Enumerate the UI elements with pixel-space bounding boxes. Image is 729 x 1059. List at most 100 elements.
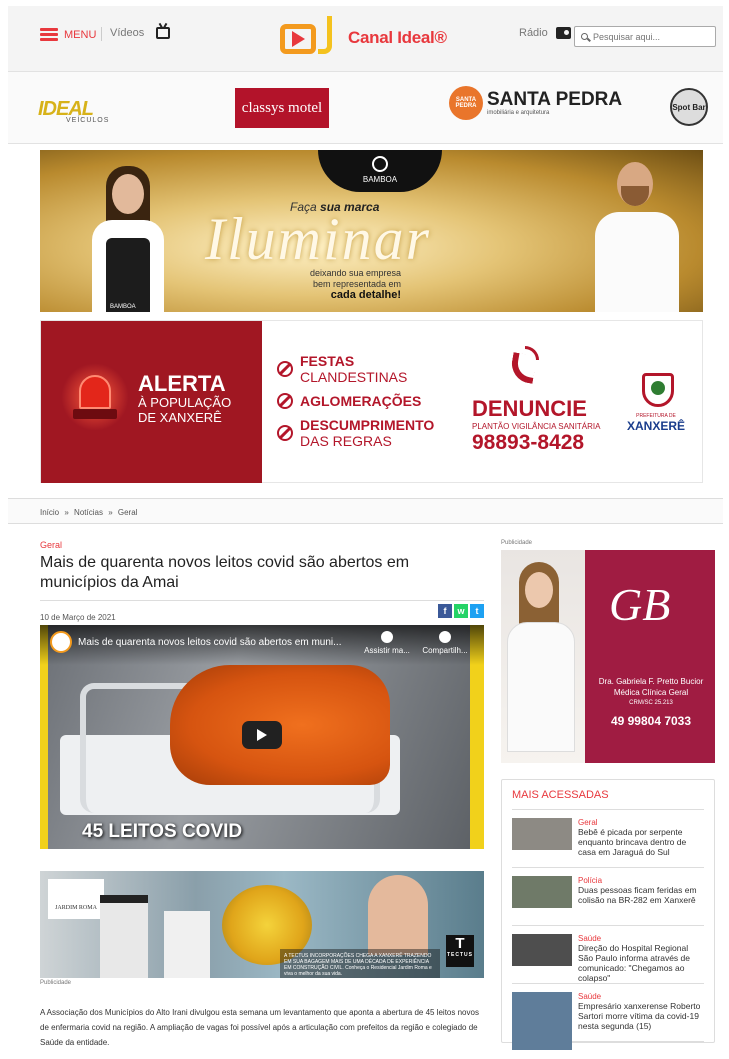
breadcrumb-separator: » [108,508,113,517]
partner-ideal-logo[interactable]: IDEAL VEÍCULOS [38,98,109,124]
news-thumbnail[interactable] [512,934,572,966]
list-item[interactable]: Polícia Duas pessoas ficam feridas em col… [512,868,704,926]
search-box[interactable] [574,26,716,47]
siren-icon [61,363,129,431]
partner-santa-pedra-logo[interactable]: SANTA PEDRA SANTA PEDRA imobiliária e ar… [449,86,622,120]
divider [101,27,102,41]
most-read-widget: MAIS ACESSADAS Geral Bebê é picada por se… [501,779,715,1050]
news-thumbnail[interactable] [512,992,572,1050]
alerta-panel: ALERTA À POPULAÇÃO DE XANXERÊ [41,321,262,483]
ad-label: Publicidade [501,540,533,546]
tv-icon [156,27,171,39]
list-item[interactable]: Saúde Direção do Hospital Regional São Pa… [512,926,704,984]
news-headline: Empresário xanxerense Roberto Sartori mo… [578,1001,701,1031]
list-item[interactable]: Saúde Empresário xanxerense Roberto Sarto… [512,984,704,1050]
banner-headline: Iluminar [205,206,431,272]
video-share-button[interactable]: Compartilh... [420,631,470,655]
site-logo[interactable]: Canal Ideal® [278,16,447,60]
partner-classys-text: classys motel [241,99,323,116]
phone-icon [507,346,543,386]
bamboa-logo: BAMBOA [318,150,442,192]
list-item[interactable]: Geral Bebê é picada por serpente enquanto… [512,810,704,868]
tectus-logo: T TECTUS [446,935,474,967]
logo-mark-icon [278,16,342,60]
video-caption: 45 LEITOS COVID [82,821,243,842]
partner-classys-logo[interactable]: classys motel [235,88,329,128]
breadcrumb: Início » Notícias » Geral [8,498,723,524]
share-buttons: f w t [438,604,484,618]
site-header: MENU Vídeos Canal Ideal® Rádio [8,6,723,72]
breadcrumb-news[interactable]: Notícias [74,508,103,517]
video-player[interactable]: Mais de quarenta novos leitos covid são … [40,625,484,849]
whatsapp-share-icon[interactable]: w [454,604,468,618]
share-icon [439,631,451,643]
denuncie-phone: 98893-8428 [472,431,585,454]
partner-ideal-sub: VEÍCULOS [66,117,110,124]
radio-link[interactable]: Rádio [519,27,571,39]
video-title[interactable]: Mais de quarenta novos leitos covid são … [78,637,358,648]
prefeitura-label: PREFEITURA DE XANXERÊ [627,413,686,433]
play-button[interactable] [242,721,282,749]
doctor-photo [507,562,575,752]
article-date: 10 de Março de 2021 [40,613,116,622]
news-category: Saúde [578,934,602,943]
facebook-share-icon[interactable]: f [438,604,452,618]
radio-label: Rádio [519,27,548,39]
news-thumbnail[interactable] [512,876,572,908]
clock-icon [381,631,393,643]
couple-image [368,875,428,955]
partner-logos: IDEAL VEÍCULOS classys motel SANTA PEDRA… [8,72,723,144]
search-input[interactable] [593,31,708,42]
news-category: Geral [578,818,598,827]
ban-icon [277,425,293,441]
breadcrumb-home[interactable]: Início [40,508,59,517]
santa-pedra-sub: imobiliária e arquitetura [487,109,550,116]
tectus-ad[interactable]: JARDIM ROMA A TECTUS INCORPORAÇÕES CHEGA… [40,871,484,978]
bamboa-banner-ad[interactable]: BAMBOA BAMBOA Faça sua marca Iluminar de… [40,150,703,312]
partner-spot-bar-logo[interactable]: Spot Bar [670,88,708,126]
banner-man-figure [591,154,683,312]
alerta-banner-ad[interactable]: ALERTA À POPULAÇÃO DE XANXERÊ FESTAS CLAN… [40,320,703,483]
doctor-phone: 49 99804 7033 [610,714,692,728]
news-thumbnail[interactable] [512,818,572,850]
article-title: Mais de quarenta novos leitos covid são … [40,554,410,591]
building-image [100,895,148,978]
article: Geral Mais de quarenta novos leitos covi… [40,540,484,1047]
ban-icon [277,393,293,409]
news-headline: Duas pessoas ficam feridas em colisão na… [578,885,697,905]
hamburger-icon [40,28,58,41]
article-meta: 10 de Março de 2021 f w t [40,600,484,622]
news-category: Saúde [578,992,602,1001]
santa-pedra-name: SANTA PEDRA [487,88,623,110]
plantao-label: PLANTÃO VIGILÂNCIA SANITÁRIA [472,422,601,431]
tectus-ad-text: A TECTUS INCORPORAÇÕES CHEGA A XANXERÊ T… [280,949,440,978]
news-headline: Bebê é picada por serpente enquanto brin… [578,827,687,857]
watch-later-button[interactable]: Assistir ma... [362,631,412,655]
ad-label: Publicidade [40,980,72,986]
search-icon [581,33,588,40]
sidebar: Publicidade GB Dra. Gabriela F. Pretto B… [501,540,715,1050]
videos-link[interactable]: Vídeos [110,27,171,39]
alerta-heading: ALERTA À POPULAÇÃO DE XANXERÊ [138,371,232,426]
radio-icon [555,27,571,39]
banner-woman-figure: BAMBOA [88,164,168,312]
news-category: Polícia [578,876,603,885]
banner-subtext: deixando sua empresa bem representada em c… [310,268,402,301]
breadcrumb-separator: » [64,508,69,517]
prohibited-item: FESTAS CLANDESTINAS [277,353,434,385]
article-category[interactable]: Geral [40,540,484,550]
santa-pedra-badge: SANTA PEDRA [449,86,483,120]
channel-avatar[interactable] [50,631,72,653]
jardim-roma-logo: JARDIM ROMA [48,879,104,919]
logo-text: Canal Ideal® [348,28,447,47]
prohibited-item: DESCUMPRIMENTO DAS REGRAS [277,417,434,449]
doctor-ad[interactable]: GB Dra. Gabriela F. Pretto Bucior Médica… [501,550,715,763]
menu-button[interactable]: MENU [40,28,96,41]
denuncie-heading: DENUNCIE [472,396,587,421]
breadcrumb-current[interactable]: Geral [118,508,138,517]
doctor-info: Dra. Gabriela F. Pretto Bucior Médica Cl… [598,677,704,706]
prohibited-list: FESTAS CLANDESTINAS AGLOMERAÇÕES DESCUMPR… [277,353,434,457]
twitter-share-icon[interactable]: t [470,604,484,618]
videos-label: Vídeos [110,27,145,39]
doctor-monogram: GB [609,579,671,630]
